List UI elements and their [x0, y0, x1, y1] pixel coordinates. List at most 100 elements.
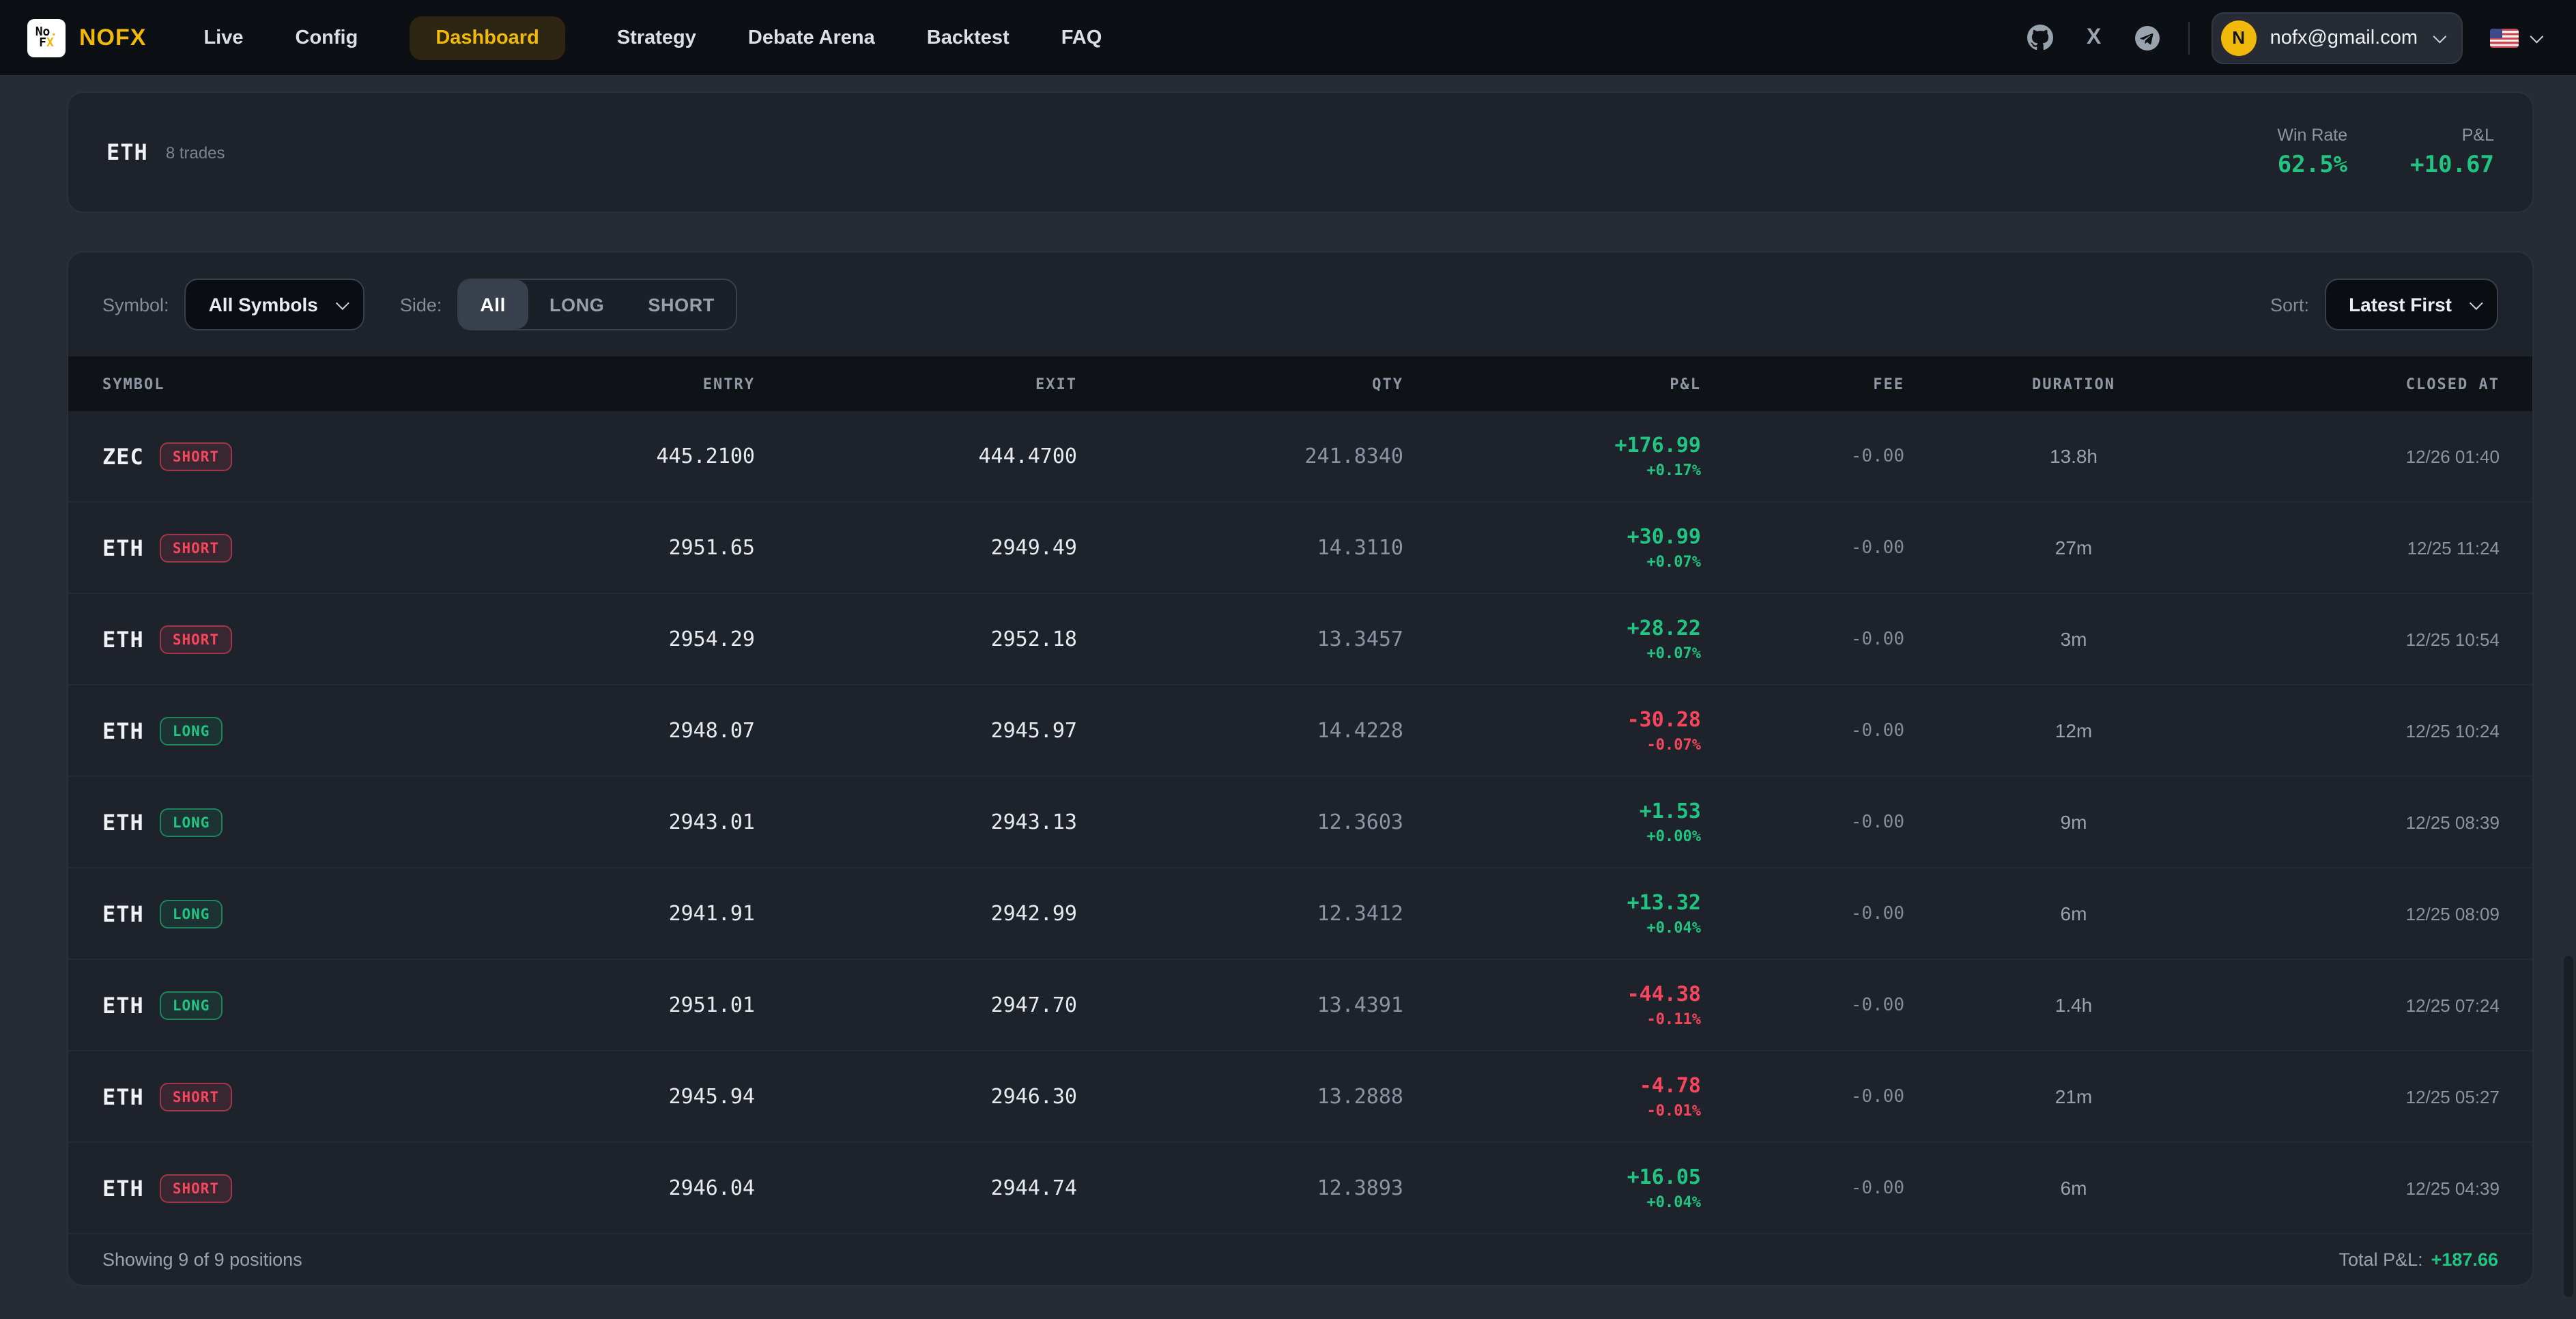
nav-right-cluster: X N nofx@gmail.com	[2001, 12, 2549, 63]
telegram-icon[interactable]	[2134, 24, 2161, 51]
cell-symbol: ETH LONG	[68, 716, 435, 745]
top-navbar: No. FX NOFX Live Config Dashboard Strate…	[0, 0, 2576, 75]
table-row[interactable]: ETH LONG 2941.91 2942.99 12.3412 +13.32 …	[68, 868, 2532, 960]
header-fee: FEE	[1701, 375, 1904, 393]
summary-trades-count: 8 trades	[166, 143, 225, 162]
cell-fee: -0.00	[1701, 1086, 1904, 1107]
cell-pnl: +176.99	[1403, 433, 1701, 457]
side-filter-segmented: All LONG SHORT	[457, 279, 738, 330]
cell-duration: 13.8h	[1904, 445, 2243, 467]
pnl-cell: -4.78 -0.01%	[1403, 1073, 1701, 1120]
side-badge: LONG	[160, 899, 223, 928]
table-row[interactable]: ETH LONG 2951.01 2947.70 13.4391 -44.38 …	[68, 960, 2532, 1051]
header-entry: ENTRY	[435, 375, 755, 393]
cell-pnl-percent: -0.01%	[1403, 1102, 1701, 1120]
row-symbol: ETH	[102, 1175, 144, 1201]
cell-duration: 3m	[1904, 628, 2243, 650]
nav-item-dashboard[interactable]: Dashboard	[410, 16, 565, 59]
cell-pnl: +16.05	[1403, 1165, 1701, 1189]
cell-duration: 9m	[1904, 811, 2243, 833]
chevron-down-icon	[336, 296, 349, 309]
cell-fee: -0.00	[1701, 1178, 1904, 1198]
cell-closed-at: 12/25 10:24	[2243, 720, 2532, 741]
cell-pnl: -4.78	[1403, 1073, 1701, 1098]
nav-menu: Live Config Dashboard Strategy Debate Ar…	[203, 16, 1102, 59]
cell-duration: 27m	[1904, 537, 2243, 558]
cell-symbol: ETH LONG	[68, 991, 435, 1019]
nav-item-debate-arena[interactable]: Debate Arena	[748, 27, 875, 48]
cell-fee: -0.00	[1701, 995, 1904, 1015]
cell-exit: 2943.13	[755, 810, 1077, 834]
table-row[interactable]: ETH SHORT 2954.29 2952.18 13.3457 +28.22…	[68, 594, 2532, 685]
cell-entry: 2946.04	[435, 1176, 755, 1200]
symbol-filter-select[interactable]: All Symbols	[184, 279, 364, 330]
table-row[interactable]: ETH LONG 2948.07 2945.97 14.4228 -30.28 …	[68, 685, 2532, 777]
cell-closed-at: 12/25 10:54	[2243, 629, 2532, 649]
table-row[interactable]: ETH SHORT 2951.65 2949.49 14.3110 +30.99…	[68, 502, 2532, 594]
table-footer: Showing 9 of 9 positions Total P&L:+187.…	[68, 1234, 2532, 1285]
row-symbol: ETH	[102, 992, 144, 1018]
cell-exit: 2946.30	[755, 1084, 1077, 1109]
nav-item-config[interactable]: Config	[296, 27, 358, 48]
cell-exit: 2949.49	[755, 535, 1077, 560]
vertical-scrollbar[interactable]	[2564, 956, 2573, 1297]
cell-exit: 2944.74	[755, 1176, 1077, 1200]
cell-fee: -0.00	[1701, 446, 1904, 466]
win-rate-label: Win Rate	[2277, 126, 2347, 145]
cell-pnl-percent: +0.04%	[1403, 1193, 1701, 1211]
us-flag-icon	[2490, 28, 2519, 47]
x-icon[interactable]: X	[2080, 24, 2108, 51]
cell-pnl-percent: +0.04%	[1403, 919, 1701, 937]
user-menu-button[interactable]: N nofx@gmail.com	[2212, 12, 2463, 63]
cell-qty: 13.2888	[1077, 1084, 1403, 1109]
pnl-value: +10.67	[2410, 152, 2494, 179]
cell-fee: -0.00	[1701, 720, 1904, 741]
row-symbol: ETH	[102, 718, 144, 743]
cell-duration: 6m	[1904, 903, 2243, 924]
cell-pnl-percent: -0.11%	[1403, 1010, 1701, 1028]
header-duration: DURATION	[1904, 375, 2243, 393]
table-row[interactable]: ETH SHORT 2946.04 2944.74 12.3893 +16.05…	[68, 1143, 2532, 1234]
cell-entry: 2951.65	[435, 535, 755, 560]
row-symbol: ETH	[102, 626, 144, 652]
cell-qty: 12.3412	[1077, 901, 1403, 926]
nav-item-faq[interactable]: FAQ	[1061, 27, 1102, 48]
sort-select[interactable]: Latest First	[2324, 279, 2498, 330]
nav-item-backtest[interactable]: Backtest	[927, 27, 1010, 48]
side-option-all[interactable]: All	[458, 280, 528, 329]
nofx-logo-icon[interactable]: No. FX	[27, 18, 66, 57]
table-row[interactable]: ETH SHORT 2945.94 2946.30 13.2888 -4.78 …	[68, 1051, 2532, 1143]
cell-symbol: ETH SHORT	[68, 1082, 435, 1111]
cell-exit: 2942.99	[755, 901, 1077, 926]
cell-symbol: ETH LONG	[68, 808, 435, 836]
side-badge: SHORT	[160, 625, 231, 653]
user-email: nofx@gmail.com	[2270, 27, 2418, 48]
table-row[interactable]: ZEC SHORT 445.2100 444.4700 241.8340 +17…	[68, 411, 2532, 502]
cell-closed-at: 12/25 07:24	[2243, 995, 2532, 1015]
header-symbol: SYMBOL	[68, 375, 435, 393]
table-row[interactable]: ETH LONG 2943.01 2943.13 12.3603 +1.53 +…	[68, 777, 2532, 868]
side-badge: SHORT	[160, 533, 231, 562]
cell-qty: 14.3110	[1077, 535, 1403, 560]
positions-rows: ZEC SHORT 445.2100 444.4700 241.8340 +17…	[68, 411, 2532, 1234]
github-icon[interactable]	[2027, 24, 2055, 51]
language-selector[interactable]	[2490, 28, 2541, 47]
pnl-cell: +176.99 +0.17%	[1403, 433, 1701, 479]
cell-entry: 2941.91	[435, 901, 755, 926]
side-option-short[interactable]: SHORT	[626, 280, 736, 329]
chevron-down-icon	[2433, 30, 2447, 44]
pnl-cell: +16.05 +0.04%	[1403, 1165, 1701, 1211]
app-root: No. FX NOFX Live Config Dashboard Strate…	[0, 0, 2576, 1319]
header-pnl: P&L	[1403, 375, 1701, 393]
side-option-long[interactable]: LONG	[528, 280, 626, 329]
pnl-label: P&L	[2410, 126, 2494, 145]
pnl-cell: -30.28 -0.07%	[1403, 707, 1701, 754]
nav-item-strategy[interactable]: Strategy	[617, 27, 696, 48]
symbol-summary-card: ETH 8 trades Win Rate 62.5% P&L +10.67	[67, 91, 2534, 213]
pnl-cell: -44.38 -0.11%	[1403, 982, 1701, 1028]
cell-qty: 12.3603	[1077, 810, 1403, 834]
cell-symbol: ETH SHORT	[68, 533, 435, 562]
cell-closed-at: 12/26 01:40	[2243, 446, 2532, 466]
pnl-cell: +28.22 +0.07%	[1403, 616, 1701, 662]
nav-item-live[interactable]: Live	[203, 27, 243, 48]
